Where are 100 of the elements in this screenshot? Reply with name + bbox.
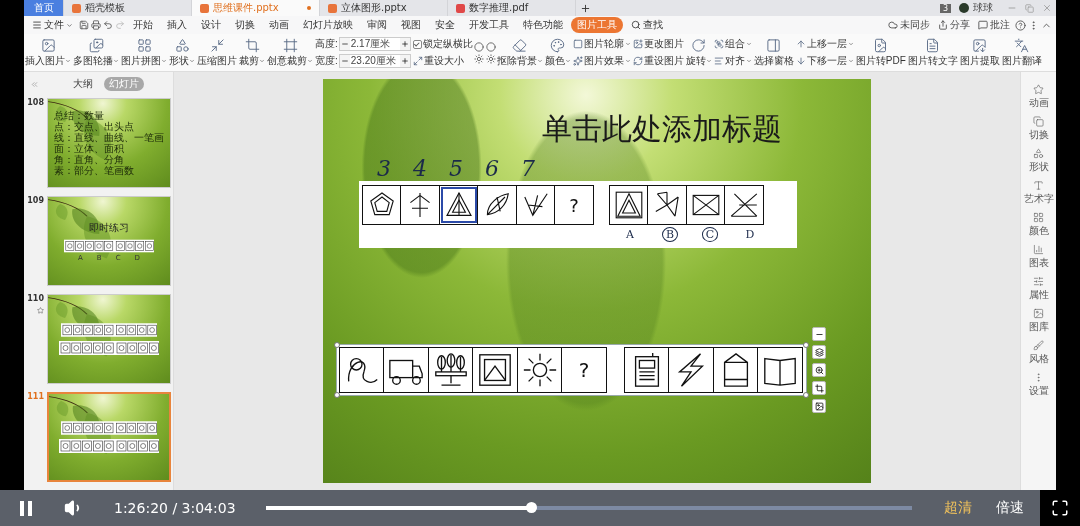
menu-tab[interactable]: 视图 [395,17,427,33]
ribbon-button[interactable]: 颜色 [543,34,572,71]
menu-tab[interactable]: 插入 [161,17,193,33]
ribbon-button[interactable]: 图片翻译 [1000,34,1043,71]
file-menu[interactable]: 文件 [28,18,77,32]
panel-tab[interactable]: 大纲 [68,77,98,91]
resize-handle[interactable] [803,392,809,398]
ribbon-button[interactable]: 插入图片 [24,34,72,71]
search-button[interactable]: 查找 [625,17,669,33]
ribbon-small-button[interactable]: 下移一层 [795,54,854,68]
toolbar-action[interactable]: 批注 [975,18,1013,32]
quality-button[interactable]: 超清 [932,499,984,517]
layers-button[interactable] [812,345,826,359]
image-icon [1033,308,1044,319]
ribbon-small-button[interactable]: 更改图片 [632,37,684,51]
decrease-button[interactable] [339,38,350,50]
fullscreen-button[interactable] [1040,490,1080,526]
ribbon-button[interactable]: 图片提取 [958,34,1001,71]
sidebar-button[interactable]: 图库 [1028,308,1049,334]
ribbon-button[interactable]: 选择窗格 [752,34,795,71]
ribbon-small-button[interactable]: 图片轮廓 [572,37,631,51]
ribbon-small-button[interactable]: 组合 [713,37,752,51]
ribbon-button[interactable]: 创意裁剪 [266,34,314,71]
thumbnail-text: 点：交点、出头点 [54,121,135,132]
menu-tab[interactable]: 切换 [229,17,261,33]
ribbon-small-button[interactable]: 图片效果 [572,54,631,68]
frame-icon [282,37,298,53]
size-field[interactable]: 2.17厘米 [338,37,411,51]
ribbon-button[interactable]: 裁剪 [238,34,266,71]
ribbon-small-button[interactable]: 上移一层 [795,37,854,51]
increase-button[interactable] [399,55,410,67]
resize-handle[interactable] [334,342,340,348]
help-icon[interactable] [1015,19,1026,31]
slide-title[interactable]: 单击此处添加标题 [542,109,782,150]
menu-tab[interactable]: 幻灯片放映 [297,17,359,33]
sun-icon[interactable] [485,53,496,64]
sparkles-icon [572,56,583,66]
menu-tab[interactable]: 安全 [429,17,461,33]
sidebar-button[interactable]: 风格 [1028,340,1049,366]
slide-thumbnail[interactable] [47,392,171,482]
ribbon-small-button[interactable]: 重设大小 [412,54,473,68]
slide-number: 110 [27,294,44,303]
sidebar-button[interactable]: 颜色 [1028,212,1049,238]
print-icon[interactable] [91,20,101,30]
circle-icon[interactable] [485,41,496,52]
handwritten-number: 6 [485,156,499,181]
sliders-icon [1033,276,1044,287]
caret-icon [66,21,73,29]
file-image-icon [873,37,889,53]
caret-icon [624,58,631,64]
ribbon-small-button[interactable]: 重设图片 [632,54,684,68]
document-tab[interactable]: 首页 [24,0,64,16]
menu-tab[interactable]: 开发工具 [463,17,515,33]
circle-icon[interactable] [473,41,484,52]
ribbon-button[interactable]: 旋转 [684,34,713,71]
sidebar-button[interactable]: 图表 [1028,244,1049,270]
menu-tab[interactable]: 开始 [127,17,159,33]
sidebar-button[interactable]: 切换 [1028,116,1049,142]
ribbon-small-button[interactable]: 对齐 [713,54,752,68]
save-icon[interactable] [79,20,89,30]
sun-icon[interactable] [473,53,484,64]
ribbon-button[interactable]: 图片转PDF [854,34,907,71]
ribbon-button[interactable]: 多图轮播 [72,34,120,71]
ribbon-button[interactable]: 图片拼图 [120,34,168,71]
decrease-button[interactable] [339,55,350,67]
toolbar-action[interactable]: 未同步 [885,18,933,32]
resize-handle[interactable] [334,392,340,398]
ribbon-button[interactable]: 压缩图片 [196,34,238,71]
undo-icon[interactable] [103,20,113,30]
sidebar-button[interactable]: 动画 [1028,84,1049,110]
increase-button[interactable] [399,38,410,50]
puzzle-panel[interactable]: ? [337,345,806,395]
sidebar-button[interactable]: 艺术字 [1023,180,1054,206]
image-button[interactable] [812,399,826,413]
progress-handle[interactable] [525,502,537,513]
menu-tab[interactable]: 设计 [195,17,227,33]
collapse-button[interactable] [812,327,826,341]
option-letter: A [625,227,635,242]
ribbon-button[interactable]: 抠除背景 [495,34,544,71]
zoom-button[interactable] [812,363,826,377]
ribbon-button[interactable]: 形状 [168,34,196,71]
avatar-icon[interactable] [959,3,969,13]
menu-tab[interactable]: 特色功能 [517,17,569,33]
slide-thumbnail[interactable] [47,294,171,384]
sidebar-button[interactable]: 设置 [1028,372,1049,398]
sidebar-button[interactable]: 形状 [1028,148,1049,174]
new-tab-icon[interactable] [580,2,591,14]
resize-handle[interactable] [803,342,809,348]
count-badge: 3 [939,3,951,13]
crop-button[interactable] [812,381,826,395]
lock-ratio-checkbox[interactable]: 锁定纵横比 [412,37,473,51]
ribbon-button[interactable]: 图片转文字 [906,34,959,71]
slide-thumbnail[interactable]: 总结：数量 点：交点、出头点 线：直线、曲线、一笔画 面：立体、面积 角：直角、分角 素：部分、笔画数 [47,98,171,188]
sidebar-button[interactable]: 属性 [1028,276,1049,302]
speed-button[interactable]: 倍速 [984,499,1040,517]
menu-tab[interactable]: 动画 [263,17,295,33]
size-field[interactable]: 23.20厘米 [338,54,411,68]
toolbar-action[interactable]: 分享 [935,18,973,32]
user-name[interactable]: 球球 [973,1,993,15]
menu-tab[interactable]: 审阅 [361,17,393,33]
